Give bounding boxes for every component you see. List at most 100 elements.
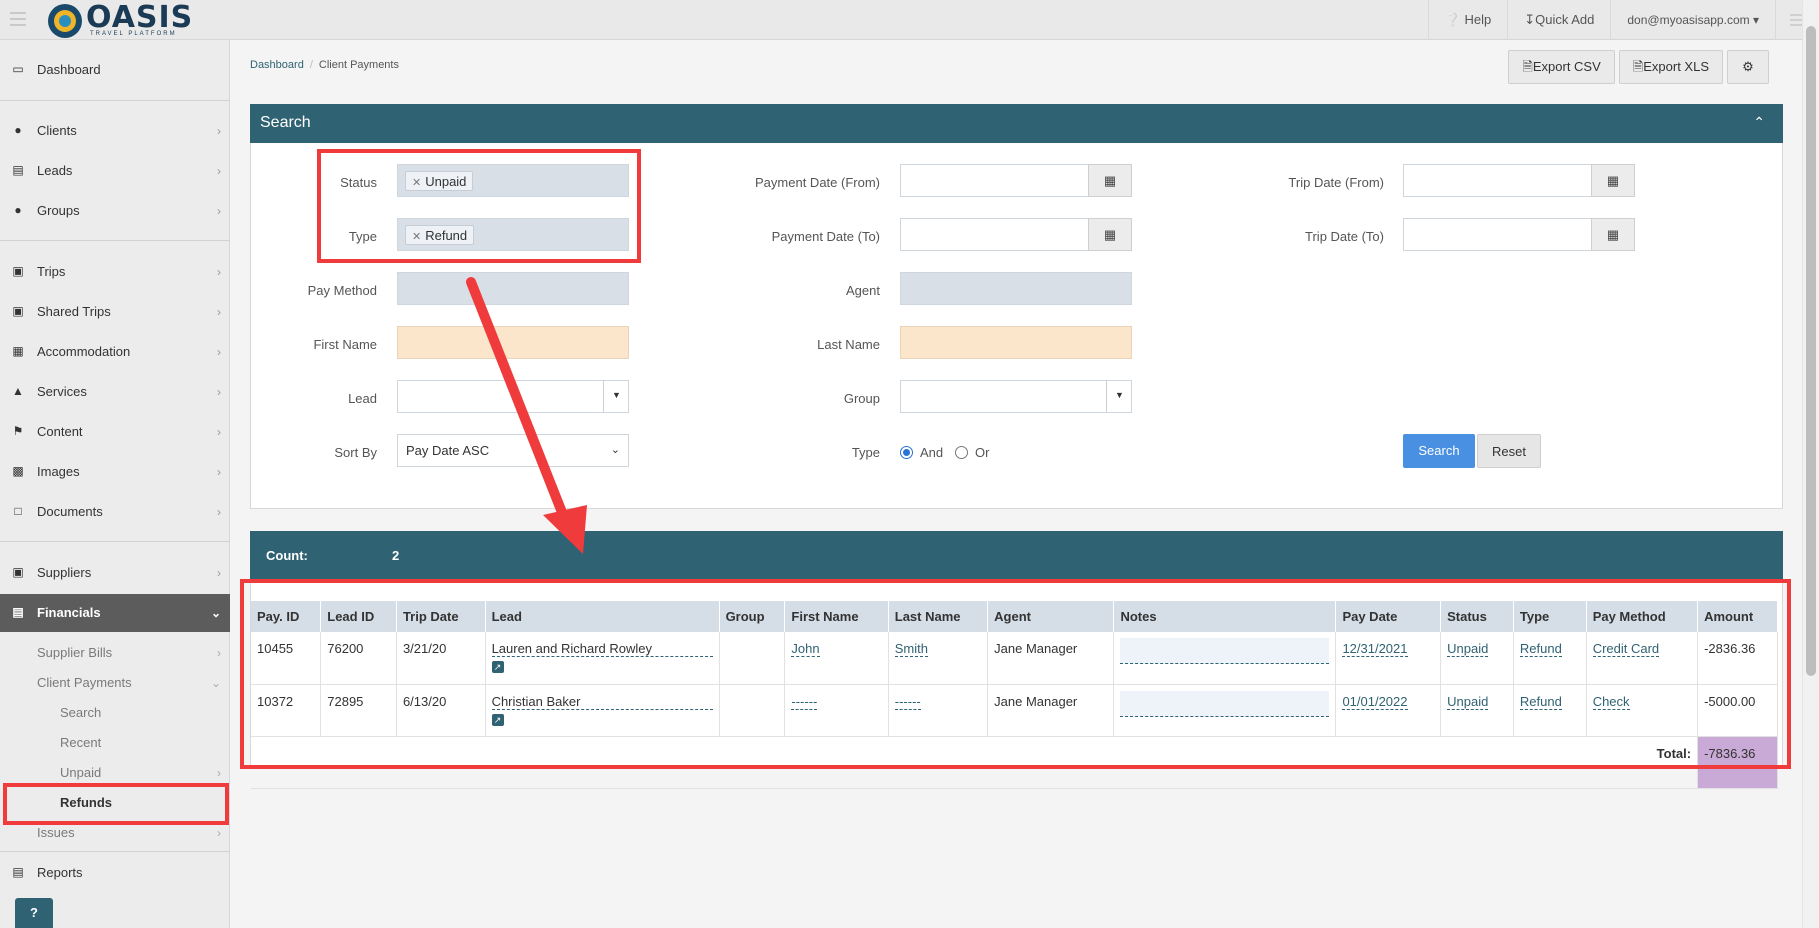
sidebar-item-trips[interactable]: ▣ Trips › xyxy=(0,253,230,291)
lead-label: Lead xyxy=(348,391,377,406)
sidebar-subitem-client-payments[interactable]: Client Payments ⌄ xyxy=(0,668,230,698)
sidebar-item-label: Trips xyxy=(37,264,66,279)
payment-date-from-input[interactable]: ▦ xyxy=(900,164,1132,197)
search-button[interactable]: Search xyxy=(1403,434,1475,468)
sidebar-item-reports[interactable]: ▤ Reports xyxy=(0,854,230,892)
sidebar-item-documents[interactable]: □ Documents › xyxy=(0,493,230,531)
export-xls-button[interactable]: 🗎Export XLS xyxy=(1618,50,1723,84)
chevron-down-icon: ⌄ xyxy=(210,606,221,620)
sidebar-subitem-label: Client Payments xyxy=(37,675,132,690)
page-scrollbar[interactable] xyxy=(1802,0,1819,928)
sidebar-item-shared-trips[interactable]: ▣ Shared Trips › xyxy=(0,293,230,331)
logo-subtitle: TRAVEL PLATFORM xyxy=(90,31,177,37)
logo-mark xyxy=(48,4,82,38)
settings-button[interactable]: ⚙ xyxy=(1727,50,1769,84)
sidebar-item-label: Images xyxy=(37,464,80,479)
breadcrumb-dashboard[interactable]: Dashboard xyxy=(250,59,304,71)
sidebar-item-services[interactable]: ▲ Services › xyxy=(0,373,230,411)
download-icon: ↧ xyxy=(1524,12,1536,27)
agent-select[interactable] xyxy=(900,272,1132,305)
chevron-right-icon: › xyxy=(217,646,221,660)
menu-icon[interactable] xyxy=(10,12,26,26)
scrollbar-thumb[interactable] xyxy=(1806,26,1816,676)
export-xls-label: Export XLS xyxy=(1643,59,1709,74)
results-header: Count: 2 xyxy=(250,531,1783,579)
first-name-input[interactable] xyxy=(397,326,629,359)
sidebar-item-label: Groups xyxy=(37,203,80,218)
sidebar-item-leads[interactable]: ▤ Leads › xyxy=(0,152,230,190)
chevron-right-icon: › xyxy=(217,505,221,519)
sidebar-subitem-recent[interactable]: Recent xyxy=(0,728,230,758)
sidebar-item-financials[interactable]: ▤ Financials ⌄ xyxy=(0,594,230,632)
calendar-icon[interactable]: ▦ xyxy=(1088,164,1132,197)
type-or-radio[interactable] xyxy=(955,446,968,459)
sidebar-item-groups[interactable]: ● Groups › xyxy=(0,192,230,230)
logo-text: OASIS xyxy=(86,0,194,35)
breadcrumb: Dashboard / Client Payments xyxy=(250,59,399,71)
sidebar-item-content[interactable]: ⚑ Content › xyxy=(0,413,230,451)
sidebar-subitem-search[interactable]: Search xyxy=(0,698,230,728)
briefcase-icon: ▣ xyxy=(12,565,24,579)
app-logo[interactable]: OASIS TRAVEL PLATFORM xyxy=(48,0,198,38)
reset-button[interactable]: Reset xyxy=(1477,434,1541,468)
top-bar: OASIS TRAVEL PLATFORM ❔ Help ↧Quick Add … xyxy=(0,0,1819,40)
sort-by-select[interactable]: Pay Date ASC ⌄ xyxy=(397,434,629,467)
calendar-icon[interactable]: ▦ xyxy=(1088,218,1132,251)
annotation-box-results xyxy=(240,579,1791,769)
caret-down-icon[interactable]: ▼ xyxy=(1106,380,1132,413)
sidebar-subitem-label: Issues xyxy=(37,825,75,840)
trip-date-to-input[interactable]: ▦ xyxy=(1403,218,1635,251)
type-or-label: Or xyxy=(975,445,990,460)
sidebar-item-label: Services xyxy=(37,384,87,399)
help-button[interactable]: ? xyxy=(15,898,53,928)
gear-icon: ⚙ xyxy=(1742,59,1754,74)
user-email: don@myoasisapp.com xyxy=(1627,13,1750,27)
chevron-right-icon: › xyxy=(217,164,221,178)
chevron-up-icon[interactable]: ⌃ xyxy=(1753,114,1765,131)
pay-method-select[interactable] xyxy=(397,272,629,305)
sort-by-label: Sort By xyxy=(334,445,377,460)
money-icon: ▤ xyxy=(12,605,24,619)
user-menu[interactable]: don@myoasisapp.com ▾ xyxy=(1610,0,1775,40)
first-name-label: First Name xyxy=(313,337,377,352)
trip-date-from-input[interactable]: ▦ xyxy=(1403,164,1635,197)
count-label: Count: xyxy=(266,548,308,563)
help-link[interactable]: ❔ Help xyxy=(1427,0,1508,40)
group-label: Group xyxy=(843,391,880,406)
caret-down-icon[interactable]: ▼ xyxy=(603,380,629,413)
sidebar-item-suppliers[interactable]: ▣ Suppliers › xyxy=(0,554,230,592)
sidebar-item-clients[interactable]: ● Clients › xyxy=(0,112,230,150)
trip-date-to-label: Trip Date (To) xyxy=(1305,229,1384,244)
sidebar-item-accommodation[interactable]: ▦ Accommodation › xyxy=(0,333,230,371)
export-csv-button[interactable]: 🗎Export CSV xyxy=(1508,50,1615,84)
search-panel-title: Search xyxy=(260,114,311,131)
payment-date-to-input[interactable]: ▦ xyxy=(900,218,1132,251)
export-csv-label: Export CSV xyxy=(1532,59,1601,74)
toolbar: 🗎Export CSV 🗎Export XLS ⚙ xyxy=(1504,50,1769,84)
lead-select[interactable]: ▼ xyxy=(397,380,629,413)
type-and-radio[interactable] xyxy=(900,446,913,459)
last-name-label: Last Name xyxy=(817,337,880,352)
chevron-down-icon: ⌄ xyxy=(610,444,620,456)
quick-add-link[interactable]: ↧Quick Add xyxy=(1507,0,1610,40)
suitcase-icon: ▣ xyxy=(12,264,24,278)
pay-method-label: Pay Method xyxy=(307,283,377,298)
annotation-box-refunds xyxy=(3,783,229,825)
sidebar-item-label: Documents xyxy=(37,504,103,519)
sidebar-subitem-label: Supplier Bills xyxy=(37,645,113,660)
annotation-box-filters xyxy=(317,149,641,263)
file-icon: 🗎 xyxy=(1522,59,1533,74)
payment-date-from-label: Payment Date (From) xyxy=(755,175,880,190)
sidebar-item-label: Suppliers xyxy=(37,565,92,580)
binoculars-icon: ▲ xyxy=(12,384,24,398)
last-name-input[interactable] xyxy=(900,326,1132,359)
sidebar-item-dashboard[interactable]: ▭ Dashboard xyxy=(0,51,230,89)
group-select[interactable]: ▼ xyxy=(900,380,1132,413)
sidebar-subitem-supplier-bills[interactable]: Supplier Bills › xyxy=(0,638,230,668)
caret-down-icon: ▾ xyxy=(1752,13,1759,27)
calendar-icon[interactable]: ▦ xyxy=(1591,164,1635,197)
sidebar-subitem-label: Unpaid xyxy=(60,765,102,780)
calendar-icon[interactable]: ▦ xyxy=(1591,218,1635,251)
sidebar-item-images[interactable]: ▩ Images › xyxy=(0,453,230,491)
search-panel-header: Search ⌃ xyxy=(250,104,1783,143)
